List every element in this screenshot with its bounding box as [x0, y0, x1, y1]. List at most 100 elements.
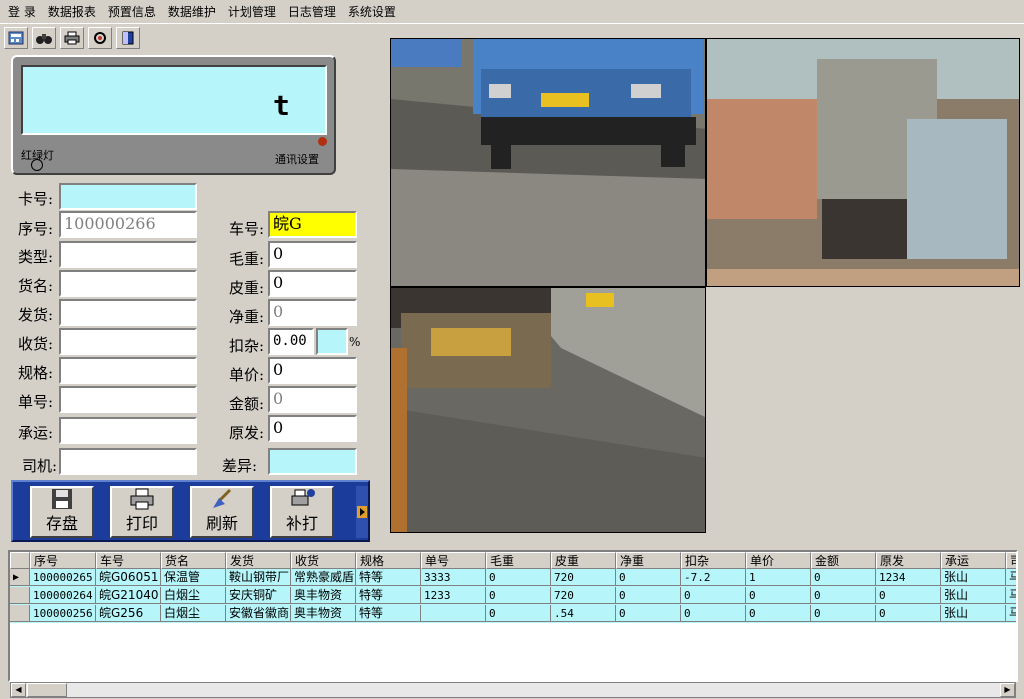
table-row[interactable]: 100000264 皖G21040 白烟尘 安庆铜矿 奥丰物资 特等 1233 … — [10, 587, 1016, 605]
table-cell: 马 — [1006, 605, 1016, 622]
scrollbar-thumb[interactable] — [27, 683, 67, 697]
table-cell: 0 — [486, 605, 551, 622]
scroll-left-icon[interactable]: ◀ — [11, 683, 26, 697]
diff-field[interactable] — [268, 448, 357, 475]
order-label: 单号: — [18, 393, 54, 411]
traffic-light-toggle[interactable] — [31, 159, 43, 171]
floppy-icon — [52, 489, 72, 509]
sender-field[interactable] — [59, 299, 197, 326]
table-cell: 马 — [1006, 587, 1016, 604]
table-cell — [421, 605, 486, 622]
spec-field[interactable] — [59, 357, 197, 384]
tare-field[interactable]: 0 — [268, 270, 357, 297]
printer-icon[interactable] — [60, 27, 84, 49]
table-cell: 皖G06051 — [96, 569, 161, 586]
serial-field[interactable]: 100000266 — [59, 211, 197, 238]
goods-label: 货名: — [18, 277, 54, 295]
origin-field[interactable]: 0 — [268, 415, 357, 442]
menu-maintenance[interactable]: 数据维护 — [160, 0, 220, 24]
table-cell: 0 — [681, 587, 746, 604]
column-header[interactable]: 车号 — [96, 552, 161, 569]
column-header[interactable]: 承运 — [941, 552, 1006, 569]
menu-logs[interactable]: 日志管理 — [280, 0, 340, 24]
column-header[interactable]: 发货 — [226, 552, 291, 569]
camera-view-top — [706, 38, 1020, 287]
table-cell: 常熟豪威盾 — [291, 569, 356, 586]
table-cell: 0 — [811, 569, 876, 586]
price-label: 单价: — [229, 366, 265, 384]
chevron-right-icon — [357, 506, 367, 518]
card-label: 卡号: — [18, 190, 54, 208]
gross-field[interactable]: 0 — [268, 241, 357, 268]
menu-presets[interactable]: 预置信息 — [100, 0, 160, 24]
goods-field[interactable] — [59, 270, 197, 297]
row-indicator — [10, 587, 30, 604]
exit-icon[interactable] — [116, 27, 140, 49]
plate-field[interactable]: 皖G — [268, 211, 357, 238]
table-cell: 3333 — [421, 569, 486, 586]
column-header[interactable]: 净重 — [616, 552, 681, 569]
refresh-button[interactable]: 刷新 — [190, 486, 254, 538]
reprint-button-label: 补打 — [285, 514, 318, 533]
table-cell: 0 — [746, 605, 811, 622]
table-cell: 0 — [811, 605, 876, 622]
column-header[interactable]: 货名 — [161, 552, 226, 569]
records-table[interactable]: 序号 车号 货名 发货 收货 规格 单号 毛重 皮重 净重 扣杂 单价 金额 原… — [8, 550, 1018, 682]
action-bar-scroll[interactable] — [356, 486, 368, 538]
save-button-label: 存盘 — [45, 514, 78, 533]
net-field[interactable]: 0 — [268, 299, 357, 326]
column-header[interactable]: 扣杂 — [681, 552, 746, 569]
table-horizontal-scrollbar[interactable]: ◀ ▶ — [10, 682, 1016, 698]
column-header[interactable]: 序号 — [30, 552, 96, 569]
column-header[interactable]: 毛重 — [486, 552, 551, 569]
table-row[interactable]: 100000256 皖G256 白烟尘 安徽省徽商 奥丰物资 特等 0 .54 … — [10, 605, 1016, 623]
current-row-arrow-icon: ▶ — [10, 569, 30, 586]
driver-field[interactable] — [59, 448, 197, 475]
type-label: 类型: — [18, 248, 54, 266]
comm-settings-link[interactable]: 通讯设置 — [275, 151, 319, 167]
table-row[interactable]: ▶ 100000265 皖G06051 保温管 鞍山钢带厂 常熟豪威盾 特等 3… — [10, 569, 1016, 587]
table-cell: 100000256 — [30, 605, 96, 622]
table-cell: 安庆铜矿 — [226, 587, 291, 604]
table-cell: 100000265 — [30, 569, 96, 586]
calculator-icon[interactable] — [4, 27, 28, 49]
menu-login[interactable]: 登 录 — [0, 0, 40, 24]
print-button-label: 打印 — [125, 514, 158, 533]
column-header[interactable]: 单价 — [746, 552, 811, 569]
scroll-right-icon[interactable]: ▶ — [1000, 683, 1015, 697]
refresh-button-label: 刷新 — [205, 514, 238, 533]
deduct-field[interactable]: 0.00 — [268, 328, 314, 355]
table-cell: 0 — [616, 587, 681, 604]
card-field[interactable] — [59, 183, 197, 210]
column-header[interactable]: 原发 — [876, 552, 941, 569]
column-header[interactable]: 司 — [1006, 552, 1016, 569]
carrier-field[interactable] — [59, 417, 197, 444]
table-cell: 特等 — [356, 569, 421, 586]
save-button[interactable]: 存盘 — [30, 486, 94, 538]
column-header[interactable]: 金额 — [811, 552, 876, 569]
settings-icon[interactable] — [88, 27, 112, 49]
amount-field[interactable]: 0 — [268, 386, 357, 413]
deduct-label: 扣杂: — [229, 337, 265, 355]
reprint-button[interactable]: 补打 — [270, 486, 334, 538]
deduct-percent-field[interactable] — [316, 328, 348, 355]
column-header[interactable]: 皮重 — [551, 552, 616, 569]
table-cell: .54 — [551, 605, 616, 622]
type-field[interactable] — [59, 241, 197, 268]
camera-view-empty — [706, 287, 1020, 533]
column-header[interactable]: 收货 — [291, 552, 356, 569]
print-button[interactable]: 打印 — [110, 486, 174, 538]
camera-front-image — [391, 39, 705, 286]
menu-settings[interactable]: 系统设置 — [340, 0, 400, 24]
price-field[interactable]: 0 — [268, 357, 357, 384]
column-header[interactable]: 单号 — [421, 552, 486, 569]
table-cell: 张山 — [941, 569, 1006, 586]
table-cell: 100000264 — [30, 587, 96, 604]
binoculars-icon[interactable] — [32, 27, 56, 49]
reprint-icon — [291, 489, 315, 506]
menu-reports[interactable]: 数据报表 — [40, 0, 100, 24]
receiver-field[interactable] — [59, 328, 197, 355]
order-field[interactable] — [59, 386, 197, 413]
column-header[interactable]: 规格 — [356, 552, 421, 569]
menu-plans[interactable]: 计划管理 — [220, 0, 280, 24]
